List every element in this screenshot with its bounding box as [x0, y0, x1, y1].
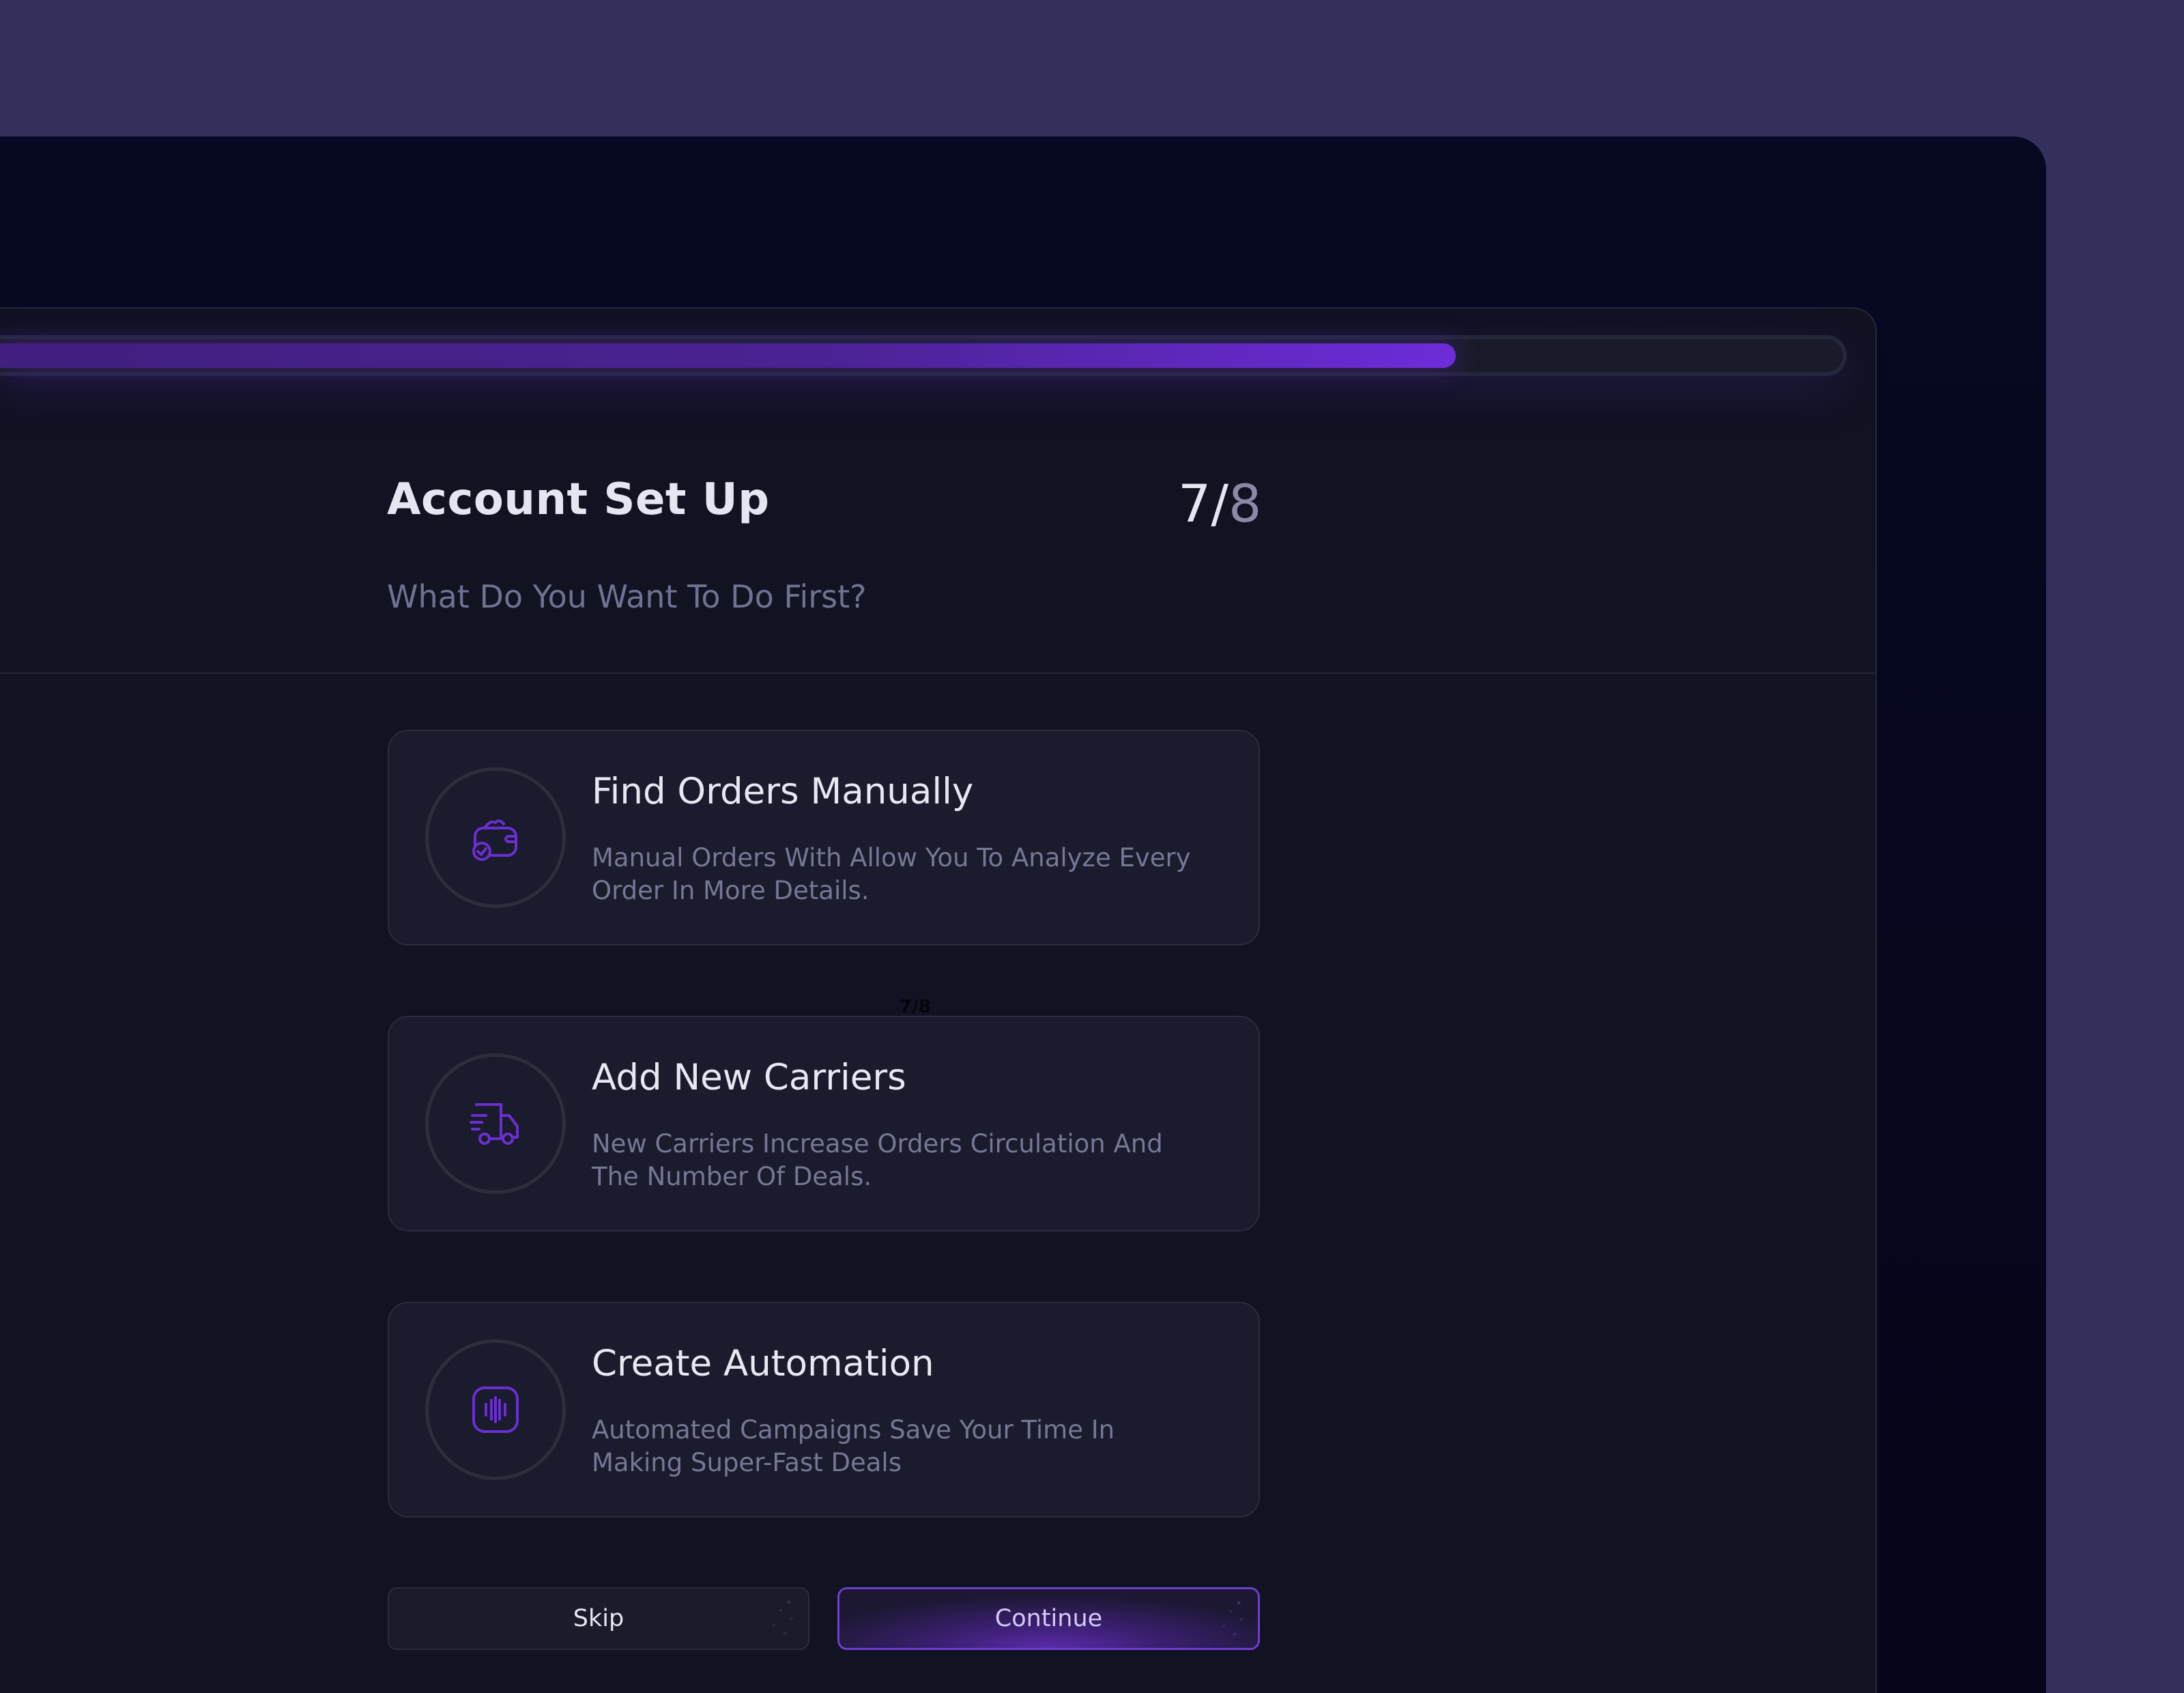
option-description: Automated Campaigns Save Your Time In Ma… [592, 1415, 1115, 1477]
option-description: New Carriers Increase Orders Circulation… [592, 1129, 1163, 1191]
decorative-dots-icon [773, 1600, 793, 1636]
option-card-add-carriers[interactable]: Add New Carriers New Carriers Increase O… [388, 1016, 1260, 1232]
page-subtitle: What Do You Want To Do First? [387, 578, 867, 615]
step-total: 8 [1228, 473, 1262, 534]
decorative-dots-icon [1222, 1601, 1243, 1636]
wallet-check-icon [425, 767, 566, 908]
skip-label: Skip [573, 1605, 624, 1632]
option-title: Add New Carriers [592, 1057, 906, 1098]
skip-button[interactable]: Skip [388, 1587, 809, 1650]
step-counter: 7/8 [1178, 473, 1262, 534]
page-title: Account Set Up [387, 474, 770, 525]
progress-fill [0, 343, 1456, 368]
option-title: Create Automation [592, 1343, 934, 1384]
continue-button[interactable]: Continue [837, 1587, 1260, 1650]
header-divider [0, 672, 1876, 674]
delivery-truck-icon [425, 1053, 566, 1194]
option-title: Find Orders Manually [592, 771, 974, 812]
option-card-find-orders[interactable]: Find Orders Manually Manual Orders With … [388, 730, 1260, 945]
step-current: 7/ [1178, 473, 1228, 534]
option-description: Manual Orders With Allow You To Analyze … [592, 843, 1191, 905]
stray-step-label: 7/8 [900, 997, 931, 1017]
automation-icon [425, 1339, 566, 1480]
progress-bar [0, 335, 1847, 376]
option-card-create-automation[interactable]: Create Automation Automated Campaigns Sa… [388, 1302, 1260, 1518]
continue-label: Continue [994, 1605, 1103, 1632]
